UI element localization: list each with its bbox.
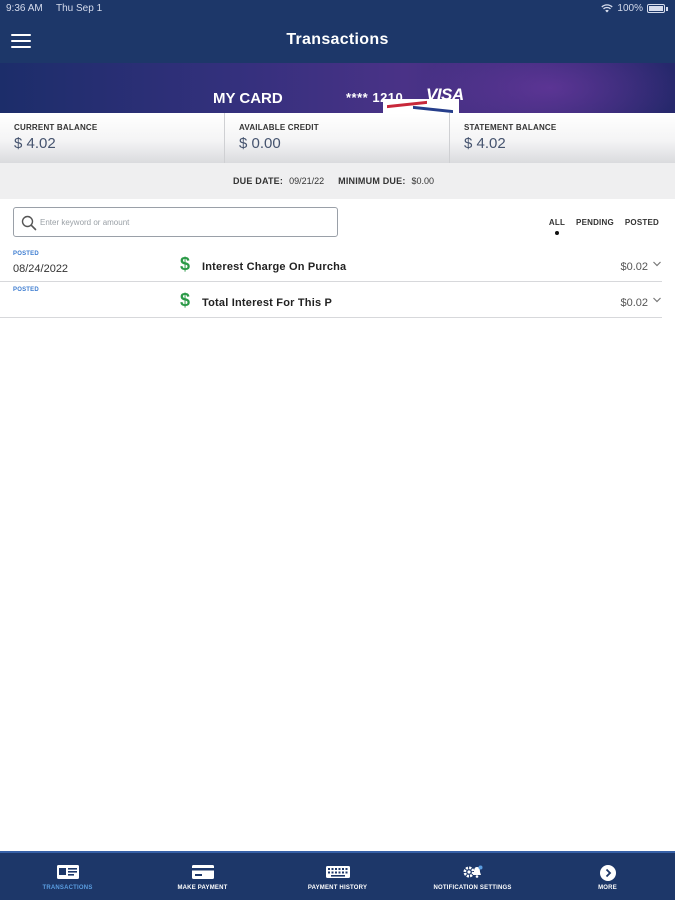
dollar-icon: $ (180, 254, 191, 274)
tab-label: PAYMENT HISTORY (307, 885, 368, 891)
due-date-value: 09/21/22 (289, 176, 325, 186)
transaction-description: Interest Charge On Purcha (202, 261, 347, 273)
transaction-description: Total Interest For This P (202, 297, 333, 309)
wifi-icon (601, 4, 614, 13)
chevron-down-icon[interactable] (652, 295, 662, 305)
due-info-bar: DUE DATE: 09/21/22 MINIMUM DUE: $0.00 (0, 163, 675, 199)
bottom-tab-bar: TRANSACTIONS MAKE PAYMENT PAYMENT HISTOR… (0, 851, 675, 900)
search-input[interactable] (40, 212, 330, 232)
transaction-amount: $0.02 (620, 297, 648, 309)
card-icon (191, 865, 214, 879)
transaction-amount: $0.02 (620, 261, 648, 273)
due-date-label: DUE DATE: (232, 176, 284, 186)
filter-posted[interactable]: POSTED (625, 218, 659, 227)
card-list-icon (56, 865, 79, 879)
top-bar: 9:36 AM Thu Sep 1 100% Transactions (0, 0, 675, 63)
dollar-icon: $ (180, 290, 191, 310)
tab-label: TRANSACTIONS (42, 885, 93, 891)
status-time: 9:36 AM (6, 3, 43, 14)
status-right: 100% (601, 3, 668, 14)
tab-label: MAKE PAYMENT (177, 885, 228, 891)
status-date: Thu Sep 1 (56, 3, 103, 14)
keyboard-history-icon (325, 866, 350, 878)
current-balance: CURRENT BALANCE $ 4.02 (0, 113, 225, 163)
tab-label: NOTIFICATION SETTINGS (433, 885, 512, 891)
visa-logo: VISA (426, 85, 464, 104)
search-icon (21, 215, 37, 231)
transaction-status: POSTED (13, 287, 39, 293)
tab-make-payment[interactable]: MAKE PAYMENT (135, 853, 270, 900)
filter-pending[interactable]: PENDING (576, 218, 614, 227)
balance-value: $ 4.02 (14, 135, 56, 152)
filter-all[interactable]: ALL (549, 218, 565, 235)
chevron-down-icon[interactable] (652, 259, 662, 269)
page-title: Transactions (286, 31, 389, 48)
minimum-due-label: MINIMUM DUE: (338, 176, 406, 186)
tab-notification-settings[interactable]: NOTIFICATION SETTINGS (405, 853, 540, 900)
tab-label: MORE (598, 885, 617, 891)
balance-label: CURRENT BALANCE (14, 123, 98, 132)
tab-transactions[interactable]: TRANSACTIONS (0, 853, 135, 900)
transaction-filters: ALL PENDING POSTED (549, 218, 659, 235)
balance-value: $ 4.02 (464, 135, 506, 152)
battery-icon (647, 4, 668, 13)
gear-bell-icon (463, 865, 482, 878)
card-banner: MY CARD **** 1210 VISA (0, 63, 675, 113)
tab-more[interactable]: MORE (540, 853, 675, 900)
transaction-row[interactable]: POSTED $ Total Interest For This P $0.02 (0, 282, 662, 318)
tab-payment-history[interactable]: PAYMENT HISTORY (270, 853, 405, 900)
transaction-row[interactable]: POSTED 08/24/2022 $ Interest Charge On P… (0, 246, 662, 282)
balance-label: STATEMENT BALANCE (464, 123, 557, 132)
transaction-status: POSTED (13, 251, 39, 257)
battery-percent: 100% (617, 3, 643, 14)
transaction-date: 08/24/2022 (13, 263, 69, 275)
balance-summary: CURRENT BALANCE $ 4.02 AVAILABLE CREDIT … (0, 113, 675, 163)
available-credit: AVAILABLE CREDIT $ 0.00 (225, 113, 450, 163)
card-name: MY CARD (213, 90, 283, 107)
card-number: **** 1210 (346, 90, 404, 105)
search-box[interactable] (13, 207, 338, 237)
minimum-due-value: $0.00 (411, 176, 435, 186)
statement-balance: STATEMENT BALANCE $ 4.02 (450, 113, 675, 163)
status-bar: 9:36 AM Thu Sep 1 100% (0, 0, 675, 18)
chevron-circle-icon (599, 865, 616, 881)
balance-value: $ 0.00 (239, 135, 281, 152)
balance-label: AVAILABLE CREDIT (239, 123, 319, 132)
